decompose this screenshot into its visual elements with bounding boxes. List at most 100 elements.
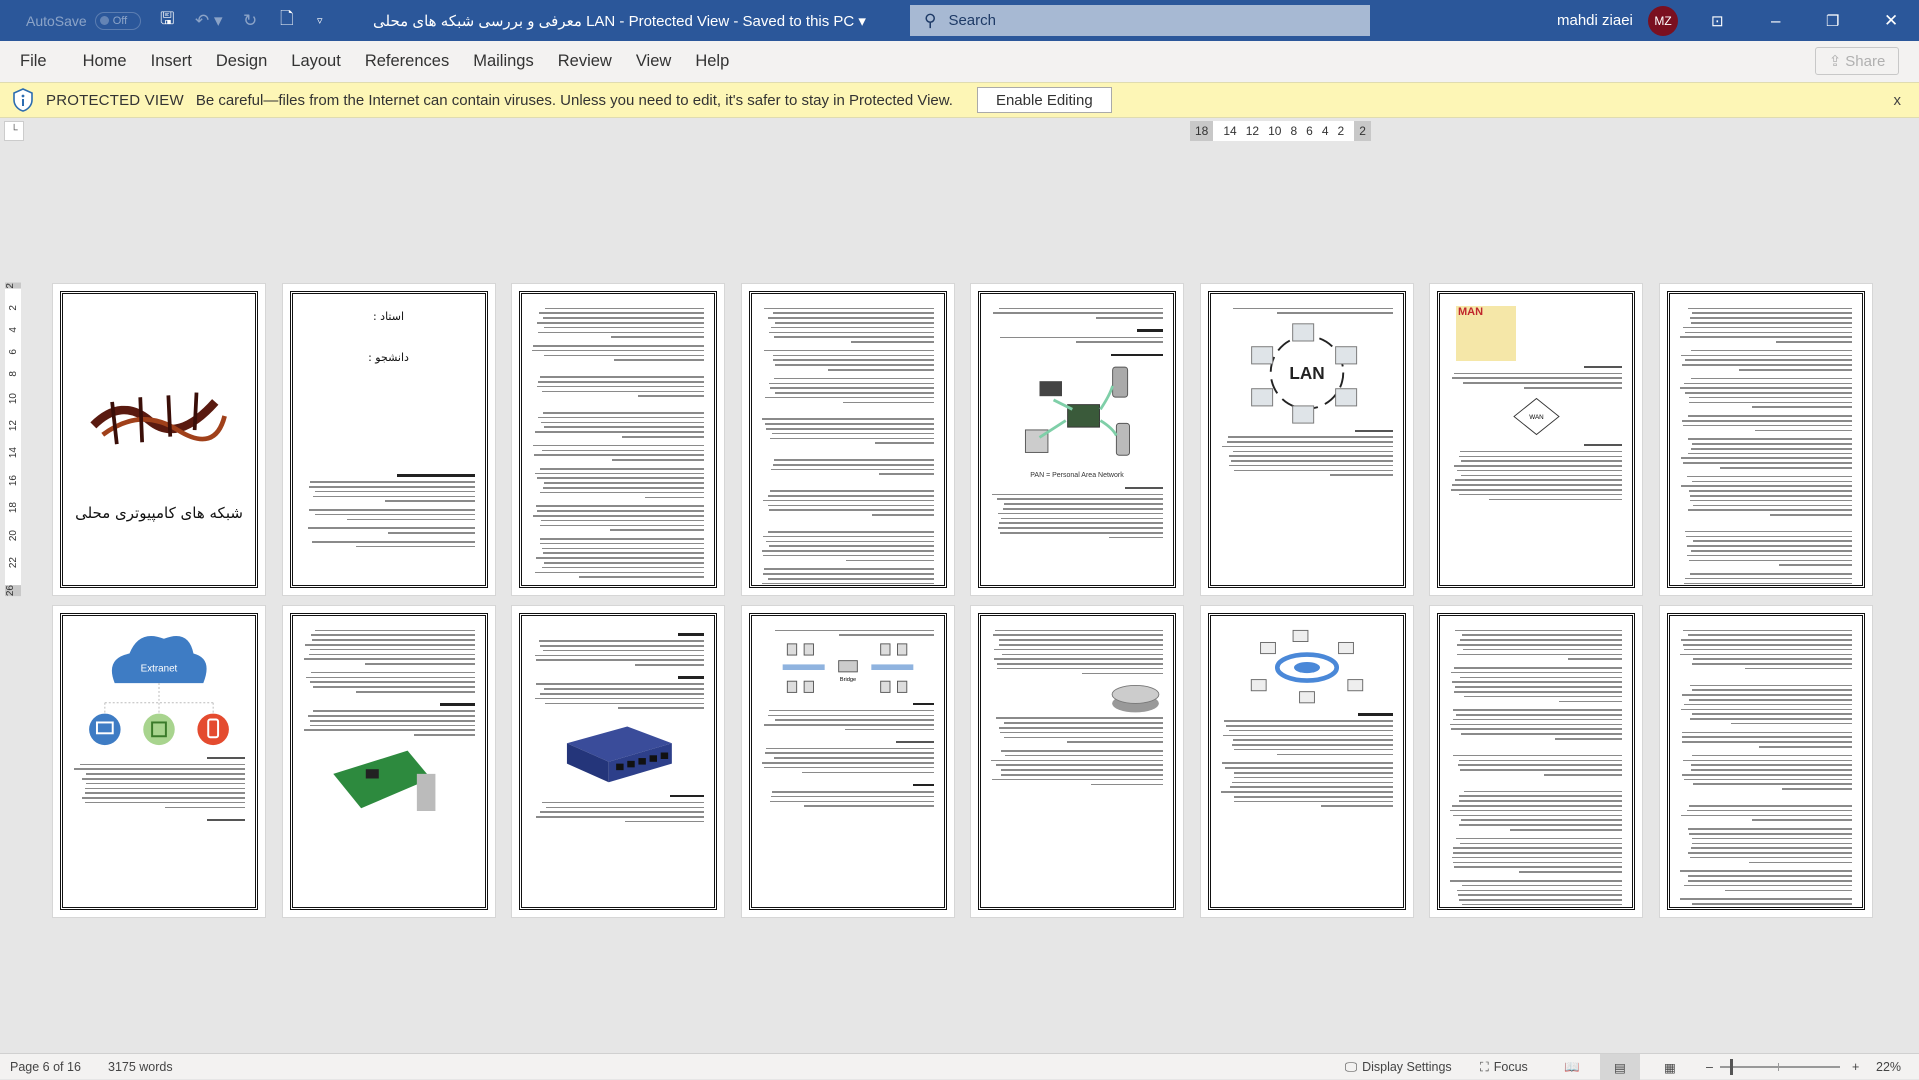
- tab-design[interactable]: Design: [204, 52, 279, 71]
- paragraph: [1450, 371, 1622, 390]
- paragraph: [303, 480, 475, 504]
- page-thumbnail-3[interactable]: [511, 283, 725, 596]
- paragraph: [1680, 474, 1852, 517]
- page-thumbnail-7[interactable]: MAN WAN: [1429, 283, 1643, 596]
- new-document-icon[interactable]: 🗋: [280, 0, 294, 41]
- tab-insert[interactable]: Insert: [139, 52, 204, 71]
- page-thumbnail-1[interactable]: شبکه های کامپیوتری محلی: [52, 283, 266, 596]
- calligraphy-logo: [90, 392, 227, 445]
- page-thumbnail-2[interactable]: استاد : دانشجو :: [281, 283, 496, 596]
- redo-icon[interactable]: ↻: [243, 0, 257, 41]
- heading: [678, 633, 704, 636]
- page-thumbnail-6[interactable]: LAN: [1199, 283, 1414, 596]
- page-thumbnail-14[interactable]: [1199, 605, 1414, 918]
- title-bar: AutoSave Off 🖫 ↶ ▾ ↻ 🗋 ▿ معرفی و بررسی شب…: [0, 0, 1919, 41]
- tab-review[interactable]: Review: [546, 52, 624, 71]
- zoom-out-button[interactable]: –: [1706, 1054, 1713, 1080]
- protected-view-message: Be careful—files from the Internet can c…: [195, 91, 953, 109]
- extranet-label: Extranet: [141, 663, 178, 674]
- tab-home[interactable]: Home: [71, 52, 139, 71]
- avatar[interactable]: MZ: [1648, 0, 1678, 41]
- print-layout-icon[interactable]: ▤: [1600, 1054, 1640, 1080]
- page-thumbnail-8[interactable]: [1658, 283, 1873, 596]
- zoom-in-button[interactable]: +: [1852, 1054, 1859, 1080]
- customize-toolbar-icon[interactable]: ▿: [317, 0, 323, 41]
- pan-diagram: [1024, 366, 1130, 456]
- page-thumbnail-15[interactable]: [1429, 605, 1643, 918]
- page-thumbnail-12[interactable]: Bridge: [740, 605, 955, 918]
- tab-help[interactable]: Help: [683, 52, 741, 71]
- ruler-tick: 10: [1268, 124, 1282, 138]
- document-title[interactable]: معرفی و بررسی شبکه های محلی LAN - Protec…: [373, 0, 866, 41]
- close-icon[interactable]: ✕: [1884, 0, 1898, 41]
- share-icon: ⇪: [1828, 53, 1842, 70]
- man-label: MAN: [1458, 306, 1484, 318]
- share-label: Share: [1845, 52, 1886, 70]
- ruler-tick: 6: [1306, 124, 1313, 138]
- page-border: [1666, 291, 1865, 588]
- paragraph: [1450, 836, 1622, 874]
- horizontal-ruler[interactable]: 18 14 12 10 8 6 4 2 2: [1190, 121, 1371, 141]
- pan-caption: PAN = Personal Area Network: [1030, 472, 1124, 480]
- page-border: [519, 613, 717, 910]
- tab-references[interactable]: References: [353, 52, 461, 71]
- autosave-toggle[interactable]: AutoSave Off: [26, 0, 141, 41]
- ribbon-display-options-icon[interactable]: ⊡: [1711, 0, 1724, 41]
- paragraph: [1680, 437, 1852, 470]
- restore-icon[interactable]: ❐: [1826, 0, 1839, 41]
- read-mode-icon[interactable]: 📖: [1564, 1054, 1580, 1080]
- page-thumbnail-5[interactable]: PAN = Personal Area Network: [970, 283, 1184, 596]
- ruler-tick: 8: [1290, 124, 1298, 138]
- ruler-margin-left: 18: [1190, 121, 1214, 141]
- page-thumbnail-9[interactable]: Extranet: [52, 605, 266, 918]
- page-count[interactable]: Page 6 of 16: [10, 1054, 81, 1080]
- user-name[interactable]: mahdi ziaei: [1557, 0, 1633, 41]
- page-thumbnail-11[interactable]: [511, 605, 725, 918]
- ruler-tick: 12: [1245, 124, 1260, 138]
- page-border: استاد : دانشجو :: [289, 291, 488, 588]
- search-icon: ⚲: [924, 10, 937, 30]
- zoom-slider[interactable]: [1720, 1054, 1840, 1080]
- page-thumbnail-4[interactable]: [740, 283, 955, 596]
- paragraph: [762, 306, 934, 344]
- page-thumbnail-16[interactable]: [1658, 605, 1873, 918]
- document-title-text: معرفی و بررسی شبکه های محلی LAN - Protec…: [373, 12, 855, 30]
- display-settings-button[interactable]: 🖵 Display Settings: [1345, 1054, 1452, 1080]
- paragraph: [532, 411, 704, 440]
- tab-view[interactable]: View: [624, 52, 683, 71]
- ruler-tick: 18: [7, 502, 19, 514]
- paragraph: [761, 529, 934, 562]
- man-image: MAN: [1456, 306, 1516, 361]
- word-count[interactable]: 3175 words: [108, 1054, 173, 1080]
- paragraph: [1450, 628, 1622, 661]
- page-thumbnail-10[interactable]: [281, 605, 496, 918]
- page-text: استاد :: [372, 310, 405, 323]
- tab-mailings[interactable]: Mailings: [461, 52, 546, 71]
- focus-button[interactable]: ⛶ Focus: [1480, 1054, 1528, 1080]
- minimize-icon[interactable]: –: [1771, 0, 1780, 41]
- lan-diagram: LAN: [1250, 322, 1357, 424]
- close-bar-icon[interactable]: x: [1894, 92, 1902, 109]
- save-icon[interactable]: 🖫: [160, 0, 174, 41]
- tab-layout[interactable]: Layout: [279, 52, 353, 71]
- page-border: [289, 613, 488, 910]
- page-border: شبکه های کامپیوتری محلی: [60, 291, 258, 588]
- tab-file[interactable]: File: [8, 52, 59, 71]
- share-button[interactable]: ⇪ Share: [1815, 47, 1899, 75]
- page-thumbnail-13[interactable]: [970, 605, 1184, 918]
- undo-icon[interactable]: ↶ ▾: [195, 0, 223, 41]
- zoom-slider-thumb[interactable]: [1730, 1059, 1733, 1075]
- tab-selector[interactable]: └: [4, 121, 24, 141]
- vertical-ruler[interactable]: 2 2 4 6 8 10 12 14 16 18 20 22 26: [5, 283, 21, 596]
- page-border: [1207, 613, 1406, 910]
- enable-editing-button[interactable]: Enable Editing: [976, 87, 1112, 113]
- page-border: [748, 291, 947, 588]
- search-input[interactable]: ⚲ Search: [910, 5, 1370, 36]
- page-border: Bridge: [748, 613, 947, 910]
- web-layout-icon[interactable]: ▦: [1664, 1054, 1676, 1080]
- paragraph: [1680, 827, 1852, 865]
- ruler-tick: 6: [7, 348, 19, 355]
- zoom-level[interactable]: 22%: [1876, 1054, 1901, 1080]
- page-border: [978, 613, 1176, 910]
- paragraph: [762, 489, 934, 518]
